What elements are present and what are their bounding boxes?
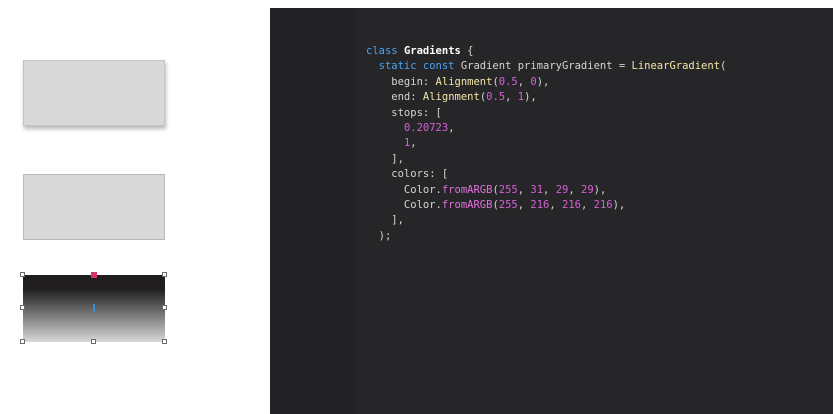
code-token: 0.5 — [486, 91, 506, 104]
code-token: 31 — [530, 183, 544, 196]
code-editor[interactable]: class Gradients { static const Gradient … — [270, 8, 833, 414]
code-token: , — [580, 198, 594, 211]
resize-handle-middle-left[interactable] — [20, 305, 25, 310]
code-token: Alignment — [435, 75, 493, 88]
code-token: , — [448, 121, 455, 134]
code-token: class — [366, 45, 404, 57]
code-token: Alignment — [422, 91, 480, 104]
code-line: ], — [366, 213, 726, 228]
code-token: , — [543, 183, 556, 196]
code-token: begin: — [366, 75, 436, 88]
resize-handle-top-right[interactable] — [162, 272, 167, 277]
code-line: colors: [ — [366, 167, 726, 182]
code-line: class Gradients { — [366, 44, 726, 59]
code-line: end: Alignment(0.5, 1), — [366, 90, 726, 105]
code-token: 255 — [498, 198, 518, 211]
resize-handle-bottom-center[interactable] — [91, 339, 96, 344]
code-token: , — [517, 198, 531, 211]
code-token: 0.20723 — [403, 121, 449, 134]
code-token: ); — [366, 229, 392, 242]
shadow-rectangle[interactable] — [23, 60, 165, 126]
code-token: , — [505, 91, 518, 104]
code-block: class Gradients { static const Gradient … — [366, 44, 726, 244]
resize-handle-top-left[interactable] — [20, 272, 25, 277]
gradient-center-marker[interactable] — [93, 304, 95, 312]
code-token: ), — [612, 198, 626, 211]
code-token: fromARGB — [441, 183, 493, 196]
code-token: ), — [536, 75, 550, 88]
code-token: end: — [366, 91, 423, 104]
code-line: ); — [366, 229, 726, 244]
code-token: , — [410, 137, 417, 150]
code-token: 255 — [498, 183, 518, 196]
code-token: 216 — [562, 198, 581, 211]
code-token: , — [549, 198, 563, 211]
code-line: 1, — [366, 136, 726, 151]
code-line: stops: [ — [366, 106, 726, 121]
code-token: , — [568, 183, 582, 196]
code-line: Color.fromARGB(255, 216, 216, 216), — [366, 198, 726, 213]
code-token: LinearGradient — [631, 60, 721, 73]
resize-handle-bottom-right[interactable] — [162, 339, 167, 344]
code-token: Color. — [366, 198, 442, 211]
editor-gutter — [270, 8, 356, 414]
resize-handle-bottom-left[interactable] — [20, 339, 25, 344]
resize-handle-middle-right[interactable] — [162, 305, 167, 310]
code-token: 29 — [581, 183, 594, 196]
code-token: static const — [366, 60, 461, 73]
design-canvas[interactable] — [0, 0, 270, 414]
code-token: , — [517, 183, 531, 196]
screen: class Gradients { static const Gradient … — [0, 0, 833, 414]
code-token: stops: [ — [366, 106, 442, 119]
code-token: 216 — [530, 198, 550, 211]
code-token: fromARGB — [441, 198, 493, 211]
code-token: Color. — [366, 183, 442, 196]
code-token: { — [460, 45, 474, 57]
gradient-stop-handle[interactable] — [91, 272, 97, 278]
code-line: 0.20723, — [366, 121, 726, 136]
code-token: ), — [593, 183, 607, 196]
code-token: ], — [366, 152, 404, 165]
code-line: begin: Alignment(0.5, 0), — [366, 75, 726, 90]
code-token: Gradient primaryGradient = — [460, 60, 632, 73]
code-line: static const Gradient primaryGradient = … — [366, 59, 727, 74]
code-token: colors: [ — [366, 168, 449, 181]
code-token: Gradients — [403, 45, 461, 57]
code-token: 0.5 — [498, 75, 518, 88]
code-token: , — [517, 75, 531, 88]
flat-rectangle[interactable] — [23, 174, 165, 240]
code-token: 29 — [555, 183, 569, 196]
code-line: Color.fromARGB(255, 31, 29, 29), — [366, 183, 726, 198]
code-token: ), — [524, 91, 537, 104]
code-token: ], — [366, 214, 404, 227]
code-line: ], — [366, 152, 726, 167]
code-token: 216 — [593, 198, 613, 211]
code-token: ( — [720, 60, 727, 73]
